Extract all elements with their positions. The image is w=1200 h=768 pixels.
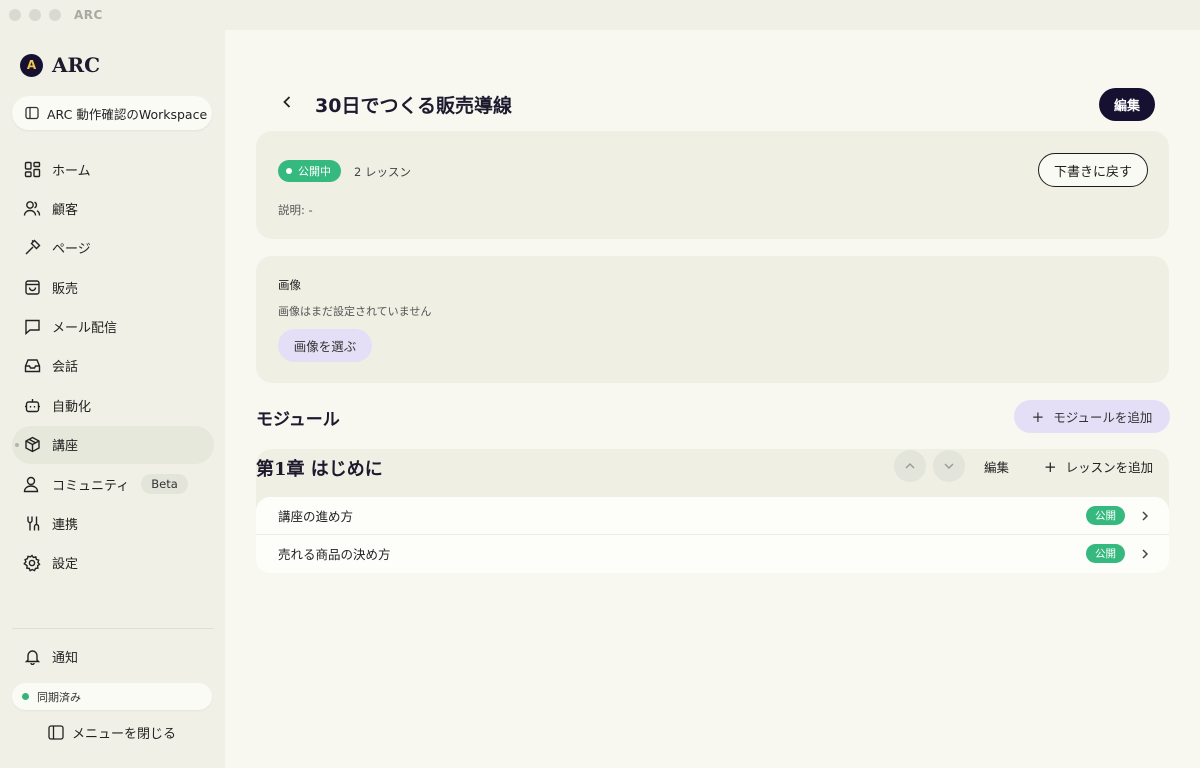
sidebar-item-label: 顧客 — [52, 202, 79, 218]
lesson-title: 講座の進め方 — [278, 509, 354, 524]
add-lesson-button[interactable]: + レッスンを追加 — [1044, 457, 1153, 476]
sidebar-item-label: 販売 — [52, 281, 79, 297]
lesson-row[interactable]: 講座の進め方 公開 — [256, 497, 1169, 534]
lesson-title: 売れる商品の決め方 — [278, 547, 391, 562]
gear-icon — [22, 554, 42, 572]
sidebar-item-label: 会話 — [52, 360, 79, 376]
lesson-row[interactable]: 売れる商品の決め方 公開 — [256, 534, 1169, 572]
choose-image-button[interactable]: 画像を選ぶ — [278, 329, 372, 362]
sidebar-item-email[interactable]: メール配信 — [12, 308, 214, 346]
add-lesson-label: レッスンを追加 — [1065, 460, 1154, 475]
notifications-label: 通知 — [52, 650, 79, 666]
bot-icon — [22, 397, 42, 414]
sidebar-item-label: 連携 — [52, 518, 79, 534]
workspace-name: ARC 動作確認のWorkspace — [47, 106, 207, 122]
status-badge-label: 公開中 — [298, 165, 331, 178]
sidebar-item-courses[interactable]: 講座 — [12, 425, 214, 464]
active-indicator — [15, 442, 19, 447]
bell-icon — [22, 648, 42, 665]
app-window: ARC A ARC ARC 動作確認のWorkspace ホーム 顧客 ページ … — [0, 0, 1200, 768]
page-title: 30日でつくる販売導線 — [315, 95, 513, 117]
sidebar-item-label: ホーム — [52, 163, 91, 179]
edit-course-button[interactable]: 編集 — [1099, 88, 1155, 121]
plus-icon: + — [1031, 407, 1045, 426]
brand-logo: A — [20, 53, 43, 77]
hammer-icon — [22, 239, 42, 256]
chapter-module: 第1章 はじめに 編集 + レッスンを追加 講座の進め方 公開 売れる商品の決め… — [256, 449, 1169, 573]
chevron-right-icon — [1141, 510, 1149, 522]
sidebar-item-label: メール配信 — [52, 321, 118, 337]
sync-status: 同期済み — [12, 683, 212, 710]
image-card: 画像 画像はまだ設定されていません 画像を選ぶ — [256, 256, 1169, 383]
window-title: ARC — [74, 8, 103, 22]
lesson-list: 講座の進め方 公開 売れる商品の決め方 公開 — [256, 497, 1169, 573]
inbox-icon — [22, 357, 42, 374]
sidebar-panel-icon — [48, 725, 64, 740]
sync-status-label: 同期済み — [37, 690, 81, 704]
sidebar: A ARC ARC 動作確認のWorkspace ホーム 顧客 ページ 販売 メ… — [0, 30, 225, 768]
revert-to-draft-button[interactable]: 下書きに戻す — [1038, 153, 1148, 187]
zoom-window-button[interactable] — [49, 9, 61, 21]
sidebar-item-conversations[interactable]: 会話 — [12, 347, 214, 385]
sidebar-item-settings[interactable]: 設定 — [12, 544, 214, 582]
chapter-title: 第1章 はじめに — [256, 459, 383, 480]
published-badge: 公開 — [1086, 544, 1125, 563]
sidebar-item-label: 講座 — [52, 439, 79, 455]
modules-heading: モジュール — [256, 410, 340, 430]
course-description: 説明: - — [278, 203, 313, 217]
chevron-up-icon — [905, 463, 915, 469]
sidebar-nav: ホーム 顧客 ページ 販売 メール配信 会話 自動化 講座 コミュニティ Bet… — [12, 150, 214, 583]
message-square-icon — [22, 318, 42, 336]
lesson-count: 2 レッスン — [354, 165, 411, 179]
status-badge: 公開中 — [278, 160, 341, 182]
sidebar-item-sales[interactable]: 販売 — [12, 268, 214, 306]
back-button[interactable] — [281, 94, 293, 115]
link-icon — [22, 515, 42, 532]
add-module-label: モジュールを追加 — [1053, 410, 1153, 425]
chevron-left-icon — [283, 96, 291, 108]
add-module-button[interactable]: + モジュールを追加 — [1014, 400, 1170, 433]
move-down-button[interactable] — [933, 450, 965, 482]
sidebar-item-label: コミュニティ — [52, 478, 130, 494]
sidebar-item-community[interactable]: コミュニティ Beta — [12, 465, 214, 503]
notifications-item[interactable]: 通知 — [12, 637, 214, 675]
workspace-switcher[interactable]: ARC 動作確認のWorkspace — [12, 96, 212, 130]
close-menu-label: メニューを閉じる — [72, 727, 177, 742]
course-status-card: 公開中 2 レッスン 説明: - 下書きに戻す — [256, 131, 1169, 239]
chevron-down-icon — [944, 463, 954, 469]
users-icon — [22, 200, 42, 217]
chevron-right-icon — [1141, 548, 1149, 560]
sidebar-item-label: 自動化 — [52, 399, 92, 415]
sidebar-item-integrations[interactable]: 連携 — [12, 505, 214, 543]
image-heading: 画像 — [278, 278, 301, 292]
sidebar-panel-icon — [25, 106, 39, 120]
title-bar: ARC — [0, 0, 1200, 30]
beta-badge: Beta — [141, 474, 188, 495]
status-dot — [22, 693, 29, 700]
main-content: 30日でつくる販売導線 編集 公開中 2 レッスン 説明: - 下書きに戻す 画… — [225, 30, 1200, 768]
sidebar-item-label: 設定 — [52, 557, 79, 573]
edit-chapter-button[interactable]: 編集 — [984, 457, 1009, 476]
sidebar-item-home[interactable]: ホーム — [12, 150, 214, 188]
brand[interactable]: A ARC — [20, 53, 100, 77]
sidebar-item-label: ページ — [52, 242, 91, 258]
sidebar-item-pages[interactable]: ページ — [12, 229, 214, 267]
brand-name: ARC — [52, 53, 101, 77]
sidebar-item-automation[interactable]: 自動化 — [12, 386, 214, 424]
shopping-bag-icon — [22, 279, 42, 296]
plus-icon: + — [1044, 457, 1057, 476]
status-dot — [286, 168, 292, 174]
sidebar-divider — [12, 628, 214, 629]
close-menu-button[interactable]: メニューを閉じる — [48, 723, 176, 742]
window-controls — [9, 9, 61, 21]
minimize-window-button[interactable] — [29, 9, 41, 21]
published-badge: 公開 — [1086, 506, 1125, 525]
close-window-button[interactable] — [9, 9, 21, 21]
package-icon — [22, 436, 42, 453]
grid-icon — [22, 161, 42, 178]
sidebar-item-customers[interactable]: 顧客 — [12, 189, 214, 227]
user-circle-icon — [22, 476, 42, 493]
image-empty-text: 画像はまだ設定されていません — [278, 305, 432, 318]
move-up-button[interactable] — [894, 450, 926, 482]
